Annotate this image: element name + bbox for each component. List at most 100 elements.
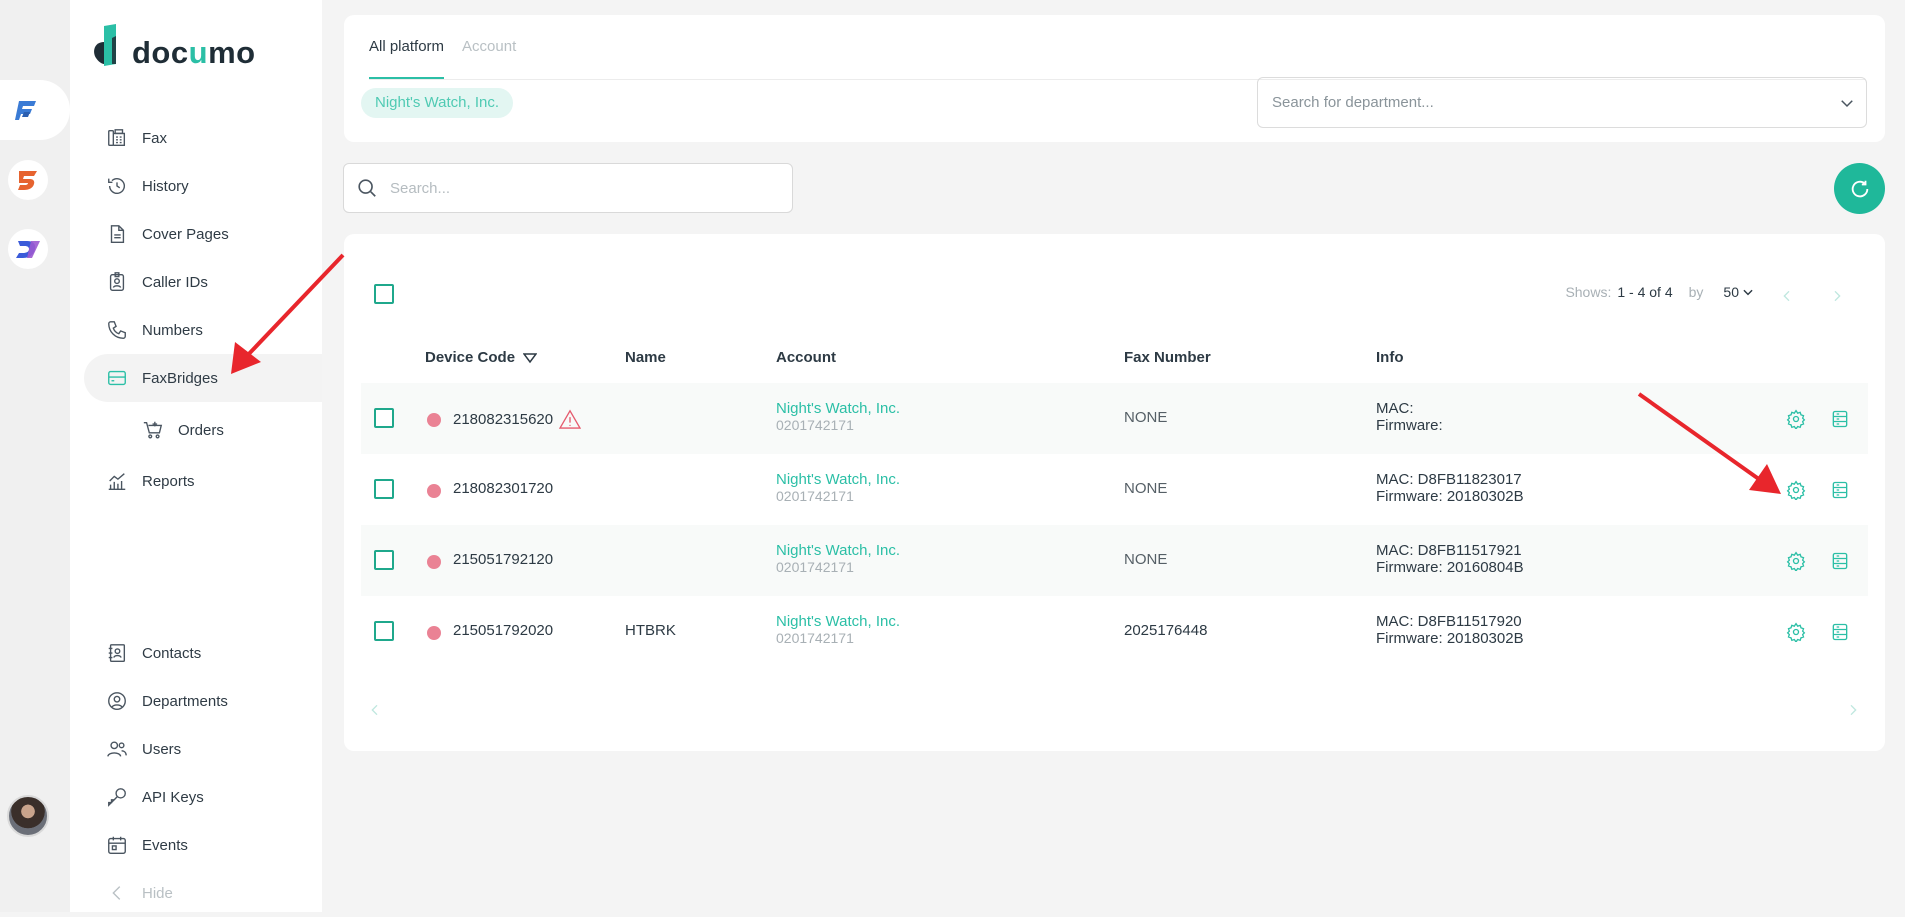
app-rail xyxy=(0,0,70,912)
pagination-info: Shows: 1 - 4 of 4 by 50 xyxy=(1565,284,1755,300)
refresh-icon xyxy=(1851,180,1868,197)
status-offline-dot xyxy=(427,555,441,569)
bottom-prev-page-button[interactable] xyxy=(363,698,387,722)
table-row[interactable]: 215051792020 HTBRK Night's Watch, Inc. 0… xyxy=(361,596,1868,667)
column-header-name[interactable]: Name xyxy=(625,349,666,366)
sign-app-switch[interactable] xyxy=(8,160,48,200)
device-details-button[interactable] xyxy=(1828,407,1852,431)
user-avatar[interactable] xyxy=(7,795,49,837)
account-number: 0201742171 xyxy=(776,488,854,504)
sidebar-item-orders[interactable]: Orders xyxy=(84,406,322,454)
row-checkbox[interactable] xyxy=(374,621,394,641)
refresh-button[interactable] xyxy=(1834,163,1885,214)
column-header-fax-number[interactable]: Fax Number xyxy=(1124,349,1211,366)
sidebar-item-label: Fax xyxy=(142,129,168,147)
fax-app-switch[interactable] xyxy=(0,80,70,140)
fax-number-link[interactable]: 2025176448 xyxy=(1124,622,1207,639)
device-details-button[interactable] xyxy=(1828,478,1852,502)
tab-account[interactable]: Account xyxy=(462,37,516,79)
sidebar-item-cover-pages[interactable]: Cover Pages xyxy=(84,210,322,258)
account-link[interactable]: Night's Watch, Inc. xyxy=(776,613,900,630)
gear-icon xyxy=(1786,622,1806,642)
device-settings-button[interactable] xyxy=(1784,549,1808,573)
device-code: 215051792120 xyxy=(453,551,554,568)
sidebar-item-events[interactable]: Events xyxy=(84,821,322,869)
bottom-next-page-button[interactable] xyxy=(1841,698,1865,722)
column-header-device-code[interactable]: Device Code xyxy=(425,349,538,366)
sidebar-item-api-keys[interactable]: API Keys xyxy=(84,773,322,821)
sidebar-hide-toggle[interactable]: Hide xyxy=(84,869,322,917)
next-page-button[interactable] xyxy=(1825,284,1849,308)
sidebar-item-fax[interactable]: Fax xyxy=(84,114,322,162)
sidebar: documo Fax History Cover Pages Caller ID… xyxy=(70,0,322,912)
search-input[interactable] xyxy=(390,179,780,197)
department-select[interactable] xyxy=(1257,77,1867,128)
sidebar-item-users[interactable]: Users xyxy=(84,725,322,773)
account-link[interactable]: Night's Watch, Inc. xyxy=(776,400,900,417)
department-search-input[interactable] xyxy=(1272,94,1812,111)
mac-address: MAC: D8FB11517920 xyxy=(1376,613,1522,630)
filters-card: All platform Account Night's Watch, Inc. xyxy=(344,15,1885,142)
chevron-down-icon[interactable] xyxy=(1838,94,1856,112)
prev-page-button[interactable] xyxy=(1775,284,1799,308)
account-cell: Night's Watch, Inc. 0201742171 xyxy=(776,542,900,576)
per-page-select[interactable]: 50 xyxy=(1723,284,1755,300)
chevron-left-icon xyxy=(371,704,378,716)
documo-logo[interactable]: documo xyxy=(92,24,256,68)
warning-icon[interactable] xyxy=(559,409,582,429)
chevron-left-icon xyxy=(1783,290,1790,302)
sidebar-item-label: Reports xyxy=(142,472,195,490)
departments-icon xyxy=(108,692,126,710)
device-search[interactable] xyxy=(343,163,793,213)
device-settings-button[interactable] xyxy=(1784,620,1808,644)
column-header-account[interactable]: Account xyxy=(776,349,836,366)
account-link[interactable]: Night's Watch, Inc. xyxy=(776,542,900,559)
sidebar-item-departments[interactable]: Departments xyxy=(84,677,322,725)
sidebar-item-label: API Keys xyxy=(142,788,204,806)
sidebar-item-history[interactable]: History xyxy=(84,162,322,210)
row-checkbox[interactable] xyxy=(374,479,394,499)
sidebar-item-label: History xyxy=(142,177,189,195)
sign-app-icon xyxy=(18,171,37,190)
cart-icon xyxy=(143,421,163,439)
account-number: 0201742171 xyxy=(776,417,854,433)
device-settings-button[interactable] xyxy=(1784,407,1808,431)
sidebar-item-reports[interactable]: Reports xyxy=(84,457,322,505)
device-code: 215051792020 xyxy=(453,622,554,639)
sidebar-item-label: Contacts xyxy=(142,644,202,662)
chevron-down-icon xyxy=(1743,289,1753,296)
sidebar-item-numbers[interactable]: Numbers xyxy=(84,306,322,354)
firmware-version: Firmware: 20180302B xyxy=(1376,488,1524,505)
sidebar-item-faxbridges[interactable]: FaxBridges xyxy=(84,354,322,402)
account-link[interactable]: Night's Watch, Inc. xyxy=(776,471,900,488)
by-label: by xyxy=(1688,284,1704,300)
account-filter-chip[interactable]: Night's Watch, Inc. xyxy=(361,88,514,118)
documo-logo-icon xyxy=(94,24,116,66)
device-details-button[interactable] xyxy=(1828,620,1852,644)
table-row[interactable]: 218082301720 Night's Watch, Inc. 0201742… xyxy=(361,454,1868,525)
sidebar-item-contacts[interactable]: Contacts xyxy=(84,629,322,677)
sidebar-item-label: Events xyxy=(142,836,188,854)
sidebar-item-label: Caller IDs xyxy=(142,273,208,291)
device-code: 218082301720 xyxy=(453,480,554,497)
faxbridges-table-card: Shows: 1 - 4 of 4 by 50 Device Code Name… xyxy=(344,234,1885,751)
device-settings-button[interactable] xyxy=(1784,478,1808,502)
row-checkbox[interactable] xyxy=(374,550,394,570)
device-details-button[interactable] xyxy=(1828,549,1852,573)
row-checkbox[interactable] xyxy=(374,408,394,428)
table-row[interactable]: 215051792120 Night's Watch, Inc. 0201742… xyxy=(361,525,1868,596)
faxbridge-icon xyxy=(108,370,126,386)
table-row[interactable]: 218082315620 Night's Watch, Inc. 0201742… xyxy=(361,383,1868,454)
docs-app-switch[interactable] xyxy=(8,229,48,269)
account-cell: Night's Watch, Inc. 0201742171 xyxy=(776,471,900,505)
sidebar-item-caller-ids[interactable]: Caller IDs xyxy=(84,258,322,306)
chevron-right-icon xyxy=(1834,290,1841,302)
gear-icon xyxy=(1786,480,1806,500)
status-offline-dot xyxy=(427,484,441,498)
account-number: 0201742171 xyxy=(776,559,854,575)
tab-all-platform[interactable]: All platform xyxy=(369,37,445,79)
shows-range: 1 - 4 of 4 xyxy=(1617,284,1673,300)
info-cell: MAC: D8FB11517920 Firmware: 20180302B xyxy=(1376,613,1524,647)
chevron-right-icon xyxy=(1850,704,1857,716)
select-all-checkbox[interactable] xyxy=(374,284,394,304)
